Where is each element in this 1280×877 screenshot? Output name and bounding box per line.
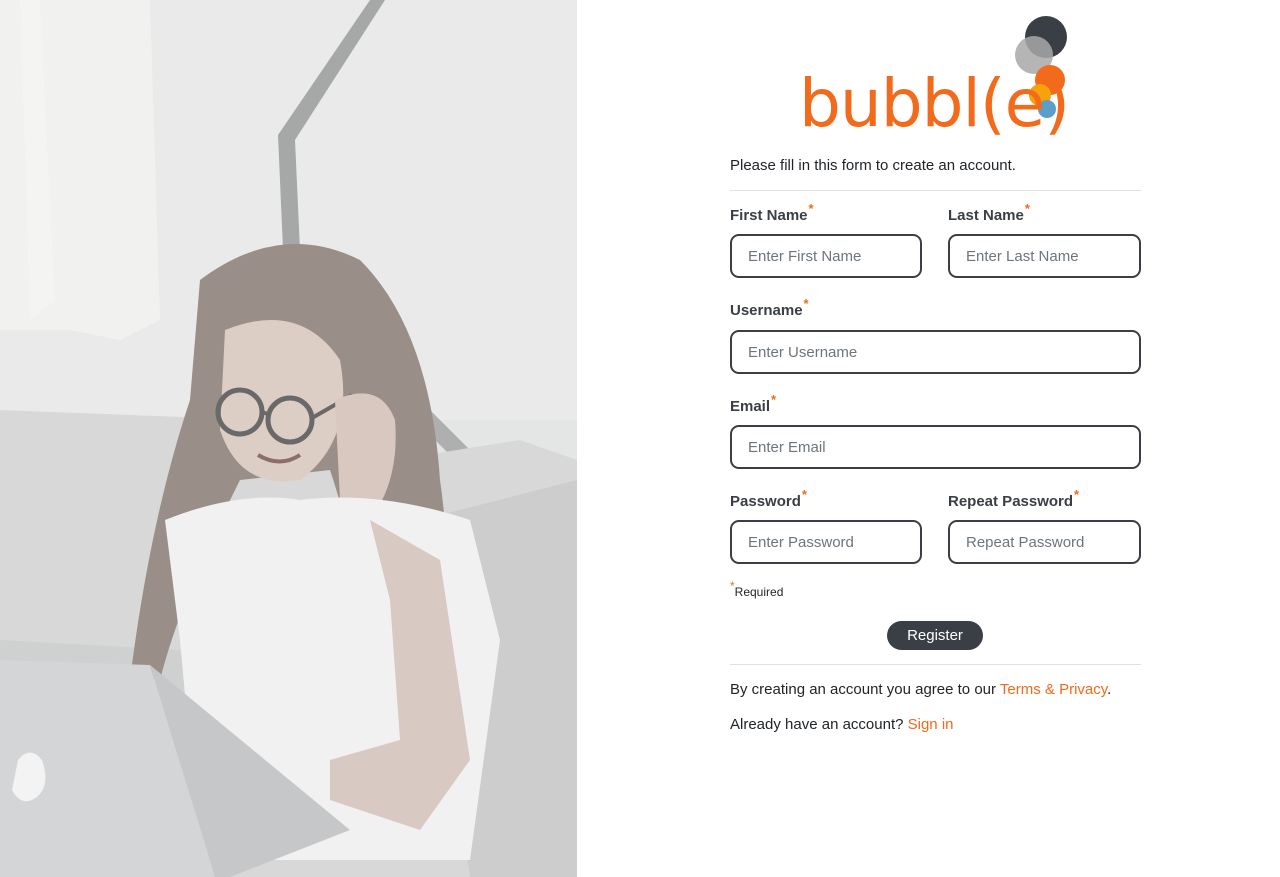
required-star: * [730,579,735,593]
terms-privacy-link[interactable]: Terms & Privacy [1000,681,1107,698]
required-star: * [808,201,814,216]
last-name-label-text: Last Name [948,207,1024,224]
required-star: * [801,487,807,502]
first-name-label: First Name* [730,201,814,224]
password-label: Password* [730,487,807,510]
required-note: *Required [730,579,784,599]
username-label: Username* [730,296,809,319]
bottom-divider [730,664,1141,665]
terms-suffix: . [1107,681,1112,698]
required-star: * [1074,487,1080,502]
brand-logo: bubbl(e) [797,14,1097,144]
password-input[interactable] [730,520,922,564]
repeat-password-input[interactable] [948,520,1141,564]
first-name-label-text: First Name [730,207,808,224]
form-intro-text: Please fill in this form to create an ac… [730,157,1016,174]
repeat-password-label-text: Repeat Password [948,493,1074,510]
hero-photo-illustration [0,0,577,877]
username-input[interactable] [730,330,1141,374]
password-label-text: Password [730,493,801,510]
signin-prompt-text: Already have an account? Sign in [730,716,954,733]
email-label-text: Email [730,398,771,415]
required-star: * [771,392,777,407]
repeat-password-label: Repeat Password* [948,487,1079,510]
first-name-input[interactable] [730,234,922,278]
required-note-text: Required [734,585,784,599]
logo-wordmark: bubbl(e) [799,65,1070,142]
terms-prefix: By creating an account you agree to our [730,681,1000,698]
email-input[interactable] [730,425,1141,469]
email-label: Email* [730,392,776,415]
required-star: * [803,296,809,311]
register-button[interactable]: Register [887,621,983,650]
required-star: * [1024,201,1030,216]
signin-prefix: Already have an account? [730,716,908,733]
username-label-text: Username [730,302,803,319]
hero-photo [0,0,577,877]
last-name-label: Last Name* [948,201,1030,224]
registration-page: bubbl(e) Please fill in this form to cre… [0,0,1280,877]
last-name-input[interactable] [948,234,1141,278]
terms-agreement-text: By creating an account you agree to our … [730,681,1111,698]
registration-form-panel: bubbl(e) Please fill in this form to cre… [577,0,1280,877]
top-divider [730,190,1141,191]
signin-link[interactable]: Sign in [908,716,954,733]
